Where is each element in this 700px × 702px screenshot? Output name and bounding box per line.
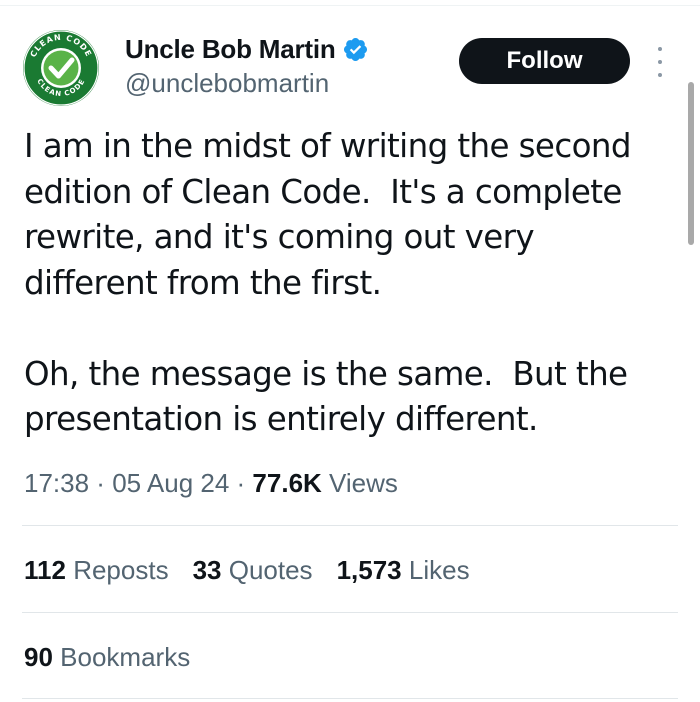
bookmarks-stat[interactable]: 90 Bookmarks xyxy=(24,642,190,673)
verified-badge-icon xyxy=(343,37,367,61)
quotes-label: Quotes xyxy=(228,555,313,585)
clean-code-logo-icon: CLEAN CODE CLEAN CODE xyxy=(23,30,99,106)
scrollbar[interactable] xyxy=(688,82,694,245)
views-count: 77.6K xyxy=(252,468,322,498)
author-display-name[interactable]: Uncle Bob Martin xyxy=(125,34,336,65)
more-options-icon[interactable] xyxy=(650,47,670,77)
likes-stat[interactable]: 1,573 Likes xyxy=(337,555,470,586)
divider xyxy=(22,698,678,699)
likes-label: Likes xyxy=(408,555,470,585)
divider xyxy=(22,525,678,526)
reposts-label: Reposts xyxy=(73,555,169,585)
tweet-text: I am in the midst of writing the second … xyxy=(24,127,632,438)
views-label: Views xyxy=(321,468,398,498)
quotes-count: 33 xyxy=(192,555,222,585)
author-name-row[interactable]: Uncle Bob Martin xyxy=(125,32,369,66)
reposts-stat[interactable]: 112 Reposts xyxy=(24,555,169,586)
engagement-stats: 112 Reposts 33 Quotes 1,573 Likes xyxy=(24,555,494,586)
tweet-date[interactable]: 05 Aug 24 xyxy=(112,468,229,499)
bookmarks-label: Bookmarks xyxy=(60,642,191,672)
quotes-stat[interactable]: 33 Quotes xyxy=(193,555,313,586)
reposts-count: 112 xyxy=(24,555,66,585)
author-handle[interactable]: @unclebobmartin xyxy=(125,68,329,99)
avatar[interactable]: CLEAN CODE CLEAN CODE xyxy=(22,29,100,107)
tweet-meta: 17:38 · 05 Aug 24 · 77.6K Views xyxy=(24,468,398,499)
tweet-time[interactable]: 17:38 xyxy=(24,468,89,499)
divider xyxy=(22,612,678,613)
bookmarks-count: 90 xyxy=(24,642,53,672)
follow-button[interactable]: Follow xyxy=(459,38,630,84)
meta-separator: · xyxy=(229,468,253,498)
meta-separator: · xyxy=(89,468,113,498)
likes-count: 1,573 xyxy=(336,555,402,585)
top-divider xyxy=(0,5,700,6)
